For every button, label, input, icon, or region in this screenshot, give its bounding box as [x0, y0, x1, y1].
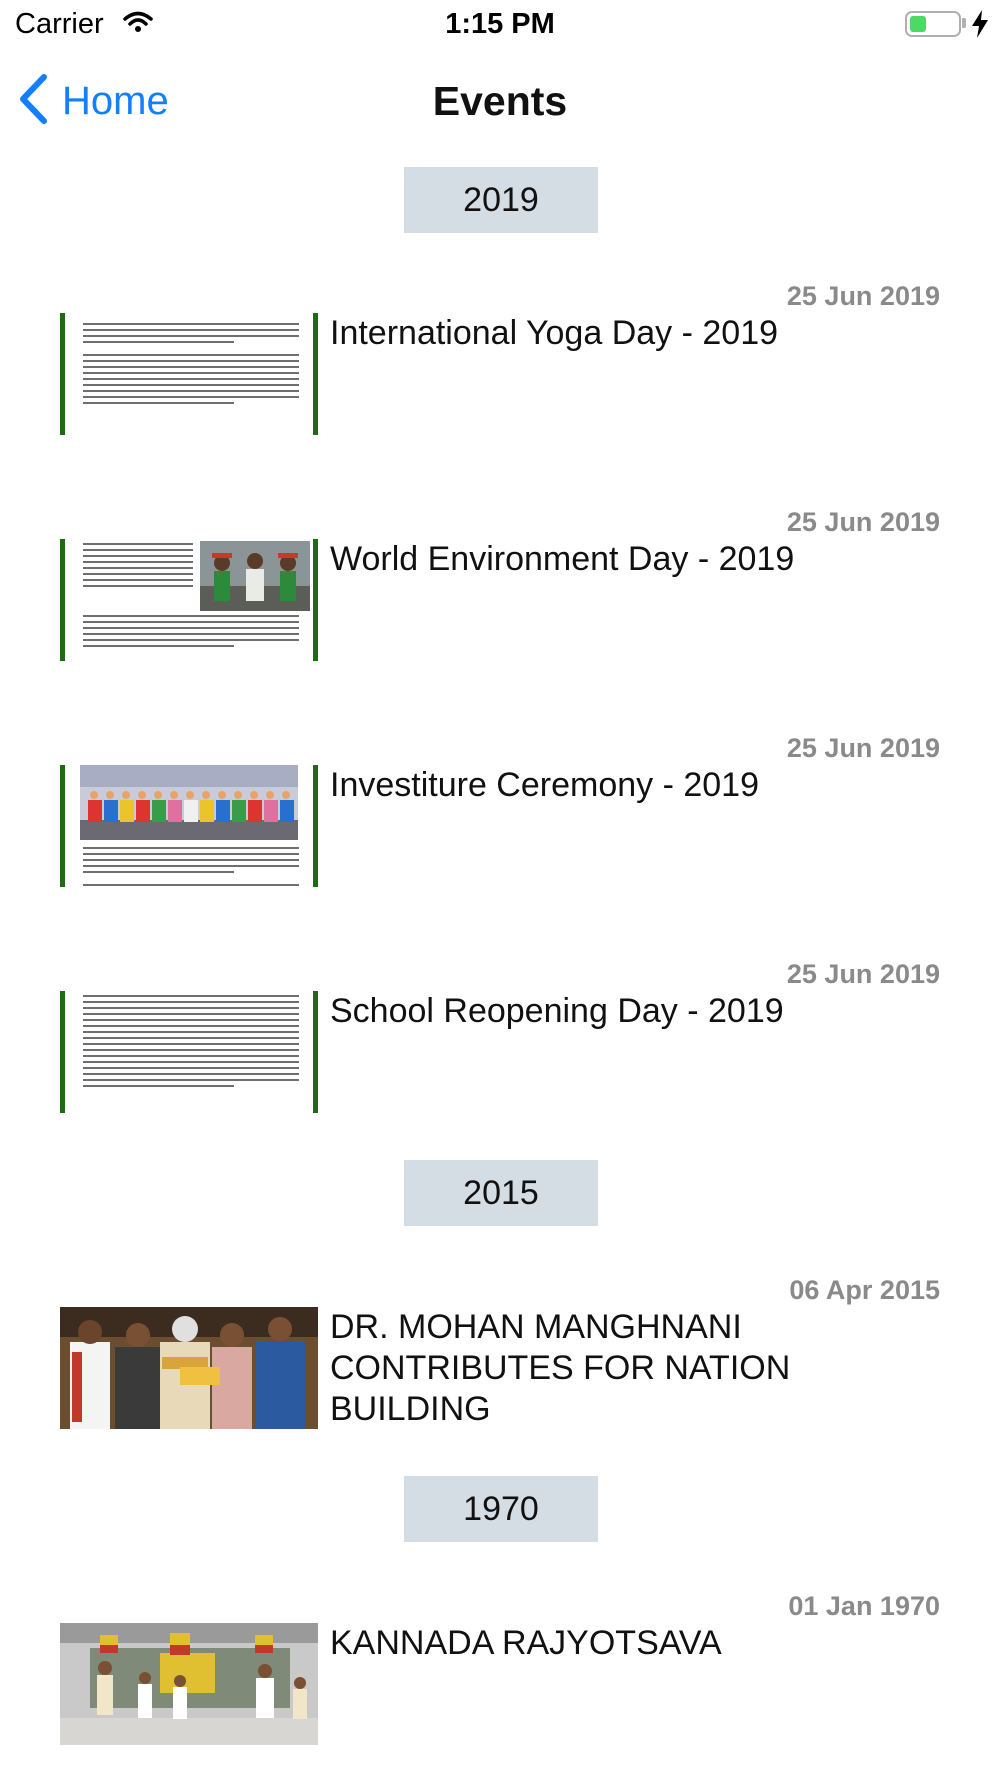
- battery-level: [910, 16, 926, 32]
- section-header-2019: 2019: [404, 167, 598, 233]
- award-photo-image: [60, 1307, 318, 1429]
- event-title: Investiture Ceremony - 2019: [330, 766, 759, 804]
- event-row[interactable]: 25 Jun 2019 International Yoga Day - 201…: [0, 270, 1000, 470]
- event-row[interactable]: 25 Jun 2019 School Reopening Day - 2019: [0, 948, 1000, 1148]
- event-title: KANNADA RAJYOTSAVA: [330, 1624, 722, 1662]
- event-row[interactable]: 25 Jun 2019 Investiture Ceremony - 2019: [0, 722, 1000, 922]
- event-date: 25 Jun 2019: [786, 507, 940, 537]
- page-title: Events: [432, 78, 568, 124]
- event-date: 01 Jan 1970: [788, 1591, 940, 1621]
- event-row[interactable]: 01 Jan 1970 KANNADA RAJYOTSAVA: [0, 1580, 1000, 1780]
- battery-cap: [962, 18, 966, 28]
- event-thumbnail: [60, 313, 318, 435]
- event-title: World Environment Day - 2019: [330, 540, 795, 578]
- event-title: DR. MOHAN MANGHNANI CONTRIBUTES FOR NATI…: [330, 1308, 791, 1428]
- event-date: 25 Jun 2019: [786, 281, 940, 311]
- section-header-2015: 2015: [404, 1160, 598, 1226]
- event-date: 25 Jun 2019: [786, 959, 940, 989]
- group-photo-image: [80, 765, 298, 840]
- photo-image: [200, 541, 310, 611]
- section-header-1970: 1970: [404, 1476, 598, 1542]
- status-time: 1:15 PM: [445, 8, 555, 40]
- event-title: International Yoga Day - 2019: [330, 314, 779, 352]
- event-title: School Reopening Day - 2019: [330, 992, 784, 1030]
- battery-icon: [905, 11, 961, 37]
- dance-performance-image: [60, 1623, 318, 1745]
- event-thumbnail: [60, 765, 318, 887]
- event-row[interactable]: 06 Apr 2015 DR. MOHAN MANGHNANI CONTRIBU…: [0, 1264, 1000, 1464]
- navigation-bar: Home Events: [0, 60, 1000, 140]
- charging-bolt-icon: [972, 10, 988, 43]
- event-thumbnail: [60, 1623, 318, 1745]
- event-thumbnail: [60, 991, 318, 1113]
- status-bar: Carrier 1:15 PM: [0, 0, 1000, 50]
- event-date: 06 Apr 2015: [789, 1275, 940, 1305]
- event-thumbnail: [60, 1307, 318, 1429]
- event-row[interactable]: 25 Jun 2019 World Environment Day - 2019: [0, 496, 1000, 696]
- event-date: 25 Jun 2019: [786, 733, 940, 763]
- event-thumbnail: [60, 539, 318, 661]
